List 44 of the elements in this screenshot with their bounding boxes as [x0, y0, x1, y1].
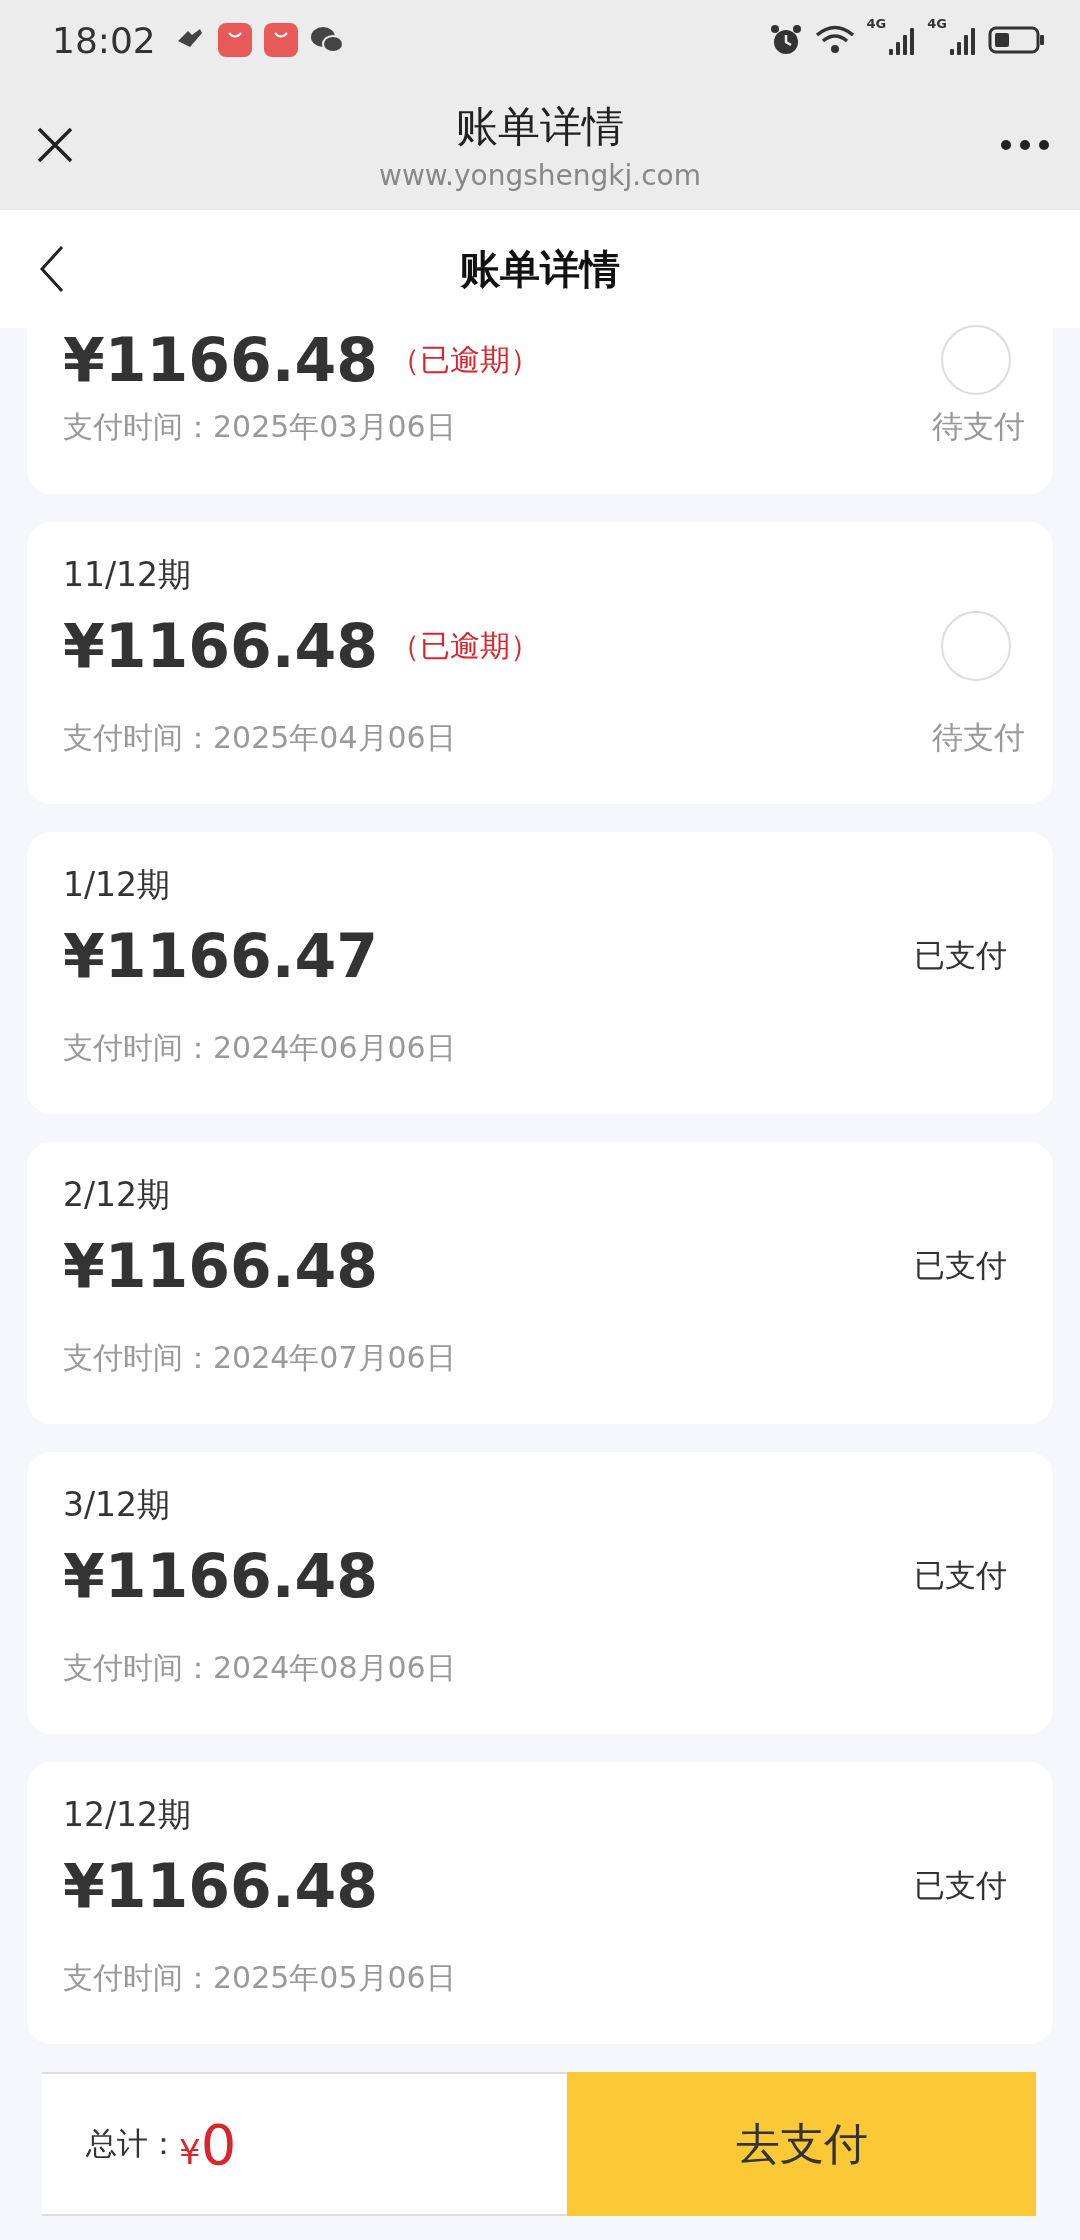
payment-status: 已支付: [914, 936, 1007, 975]
payment-status: 已支付: [914, 1556, 1007, 1595]
wifi-icon: [814, 24, 855, 56]
status-time: 18:02: [52, 19, 156, 61]
page-title: 账单详情: [459, 244, 621, 294]
page-url: www.yongshengkj.com: [379, 158, 701, 192]
payment-date: 支付时间：2024年07月06日: [63, 1338, 456, 1377]
network-label: 4G: [866, 17, 887, 30]
installment-period: 3/12期: [63, 1483, 171, 1526]
payment-date: 支付时间：2025年03月06日: [63, 407, 456, 446]
total-amount: ¥0: [179, 2111, 237, 2177]
total-label: 总计：: [86, 2124, 179, 2163]
network-label: 4G: [927, 17, 947, 30]
browser-title: 账单详情: [456, 100, 624, 153]
payment-date: 支付时间：2024年06月06日: [63, 1028, 456, 1067]
app-icon: [217, 23, 252, 57]
installment-period: 12/12期: [63, 1793, 192, 1836]
signal-icon: [887, 25, 916, 55]
bill-amount: ¥1166.48: [63, 325, 379, 395]
pay-button[interactable]: 去支付: [567, 2072, 1036, 2216]
payment-status: 已支付: [914, 1866, 1007, 1905]
payment-date: 支付时间：2024年08月06日: [63, 1648, 456, 1687]
bill-amount: ¥1166.48: [63, 1231, 379, 1301]
alarm-icon: [768, 23, 803, 57]
app-icon: [263, 23, 298, 57]
payment-status: 待支付: [932, 407, 1025, 446]
installment-period: 11/12期: [63, 553, 192, 596]
bill-amount: ¥1166.48: [63, 1851, 379, 1921]
installment-period: 1/12期: [63, 863, 171, 906]
payment-status: 待支付: [932, 718, 1025, 757]
close-icon: [35, 125, 75, 165]
battery-icon: [988, 25, 1046, 55]
payment-status: 已支付: [914, 1246, 1007, 1285]
back-icon: [38, 245, 66, 293]
payment-date: 支付时间：2025年05月06日: [63, 1958, 456, 1997]
installment-period: 2/12期: [63, 1173, 171, 1216]
signal-icon: [948, 25, 976, 55]
overdue-label: （已逾期）: [390, 626, 541, 665]
more-icon: [1000, 139, 1050, 151]
bill-amount: ¥1166.48: [63, 1541, 379, 1611]
bill-amount: ¥1166.48: [63, 611, 379, 681]
bill-amount: ¥1166.47: [63, 921, 379, 991]
overdue-label: （已逾期）: [390, 340, 541, 379]
payment-date: 支付时间：2025年04月06日: [63, 718, 456, 757]
